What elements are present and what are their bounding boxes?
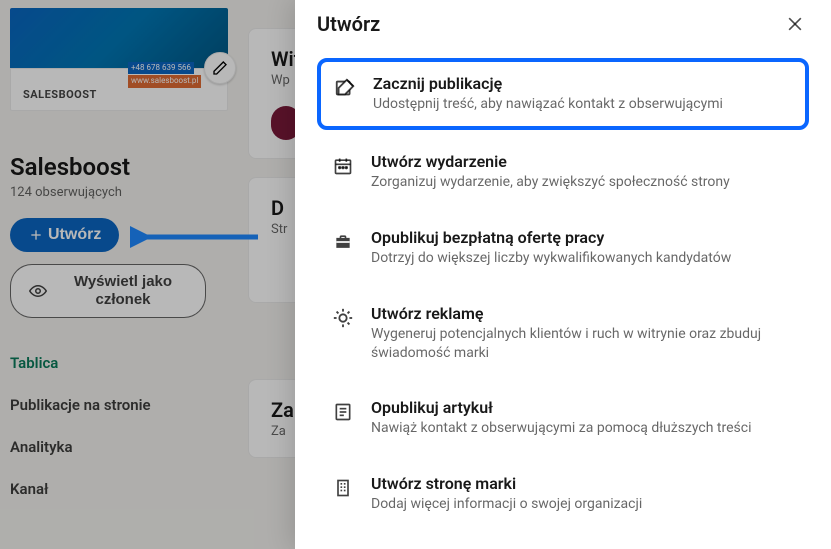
modal-close-button[interactable] [781,10,809,38]
option-title: Zacznij publikację [373,74,723,93]
option-desc: Wygeneruj potencjalnych klientów i ruch … [371,325,795,363]
option-post-job[interactable]: Opublikuj bezpłatną ofertę pracy Dotrzyj… [317,214,809,282]
option-title: Utwórz wydarzenie [371,152,730,171]
option-desc: Nawiąż kontakt z obserwującymi za pomocą… [371,419,752,438]
compose-icon [333,76,357,100]
option-desc: Dotrzyj do większej liczby wykwalifikowa… [371,249,731,268]
briefcase-icon [331,230,355,254]
create-modal: Utwórz Zacznij publikację Udostępnij tre… [295,0,831,549]
option-publish-article[interactable]: Opublikuj artykuł Nawiąż kontakt z obser… [317,384,809,452]
option-create-ad[interactable]: Utwórz reklamę Wygeneruj potencjalnych k… [317,290,809,377]
option-title: Utwórz reklamę [371,304,795,323]
close-icon [785,14,805,34]
option-title: Utwórz stronę marki [371,474,642,493]
calendar-icon [331,154,355,178]
option-title: Opublikuj artykuł [371,398,752,417]
option-create-event[interactable]: Utwórz wydarzenie Zorganizuj wydarzenie,… [317,138,809,206]
option-start-post[interactable]: Zacznij publikację Udostępnij treść, aby… [317,58,809,130]
article-icon [331,400,355,424]
option-title: Opublikuj bezpłatną ofertę pracy [371,228,731,247]
option-create-brand-page[interactable]: Utwórz stronę marki Dodaj więcej informa… [317,460,809,528]
option-desc: Zorganizuj wydarzenie, aby zwiększyć spo… [371,173,730,192]
option-desc: Udostępnij treść, aby nawiązać kontakt z… [373,95,723,114]
option-desc: Dodaj więcej informacji o swojej organiz… [371,495,642,514]
lightbulb-icon [331,306,355,330]
building-icon [331,476,355,500]
create-options: Zacznij publikację Udostępnij treść, aby… [295,48,831,538]
modal-title: Utwórz [317,12,380,36]
